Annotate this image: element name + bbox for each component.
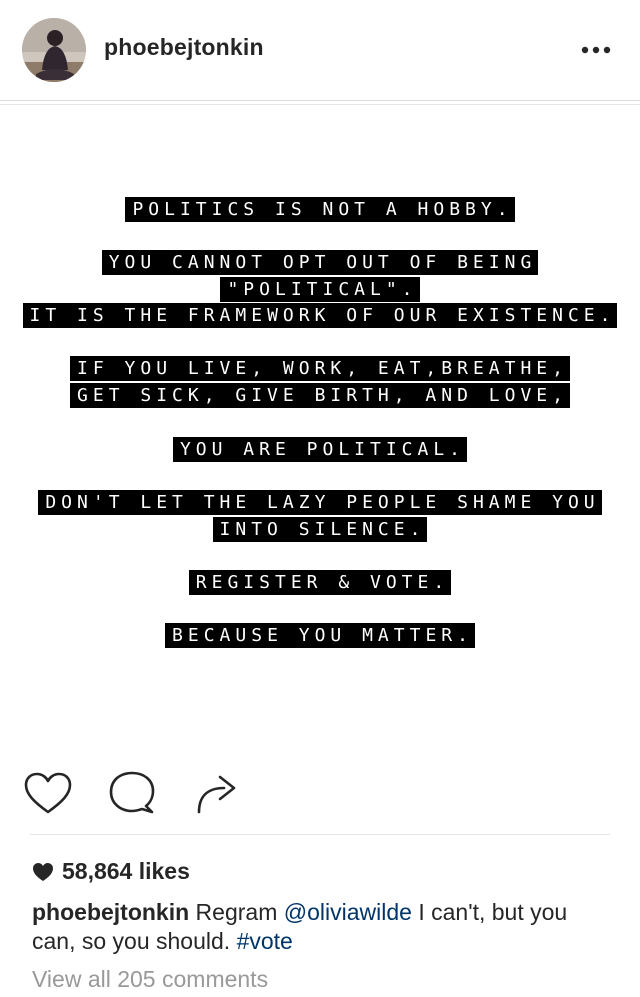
post-text-line: POLITICS IS NOT A HOBBY. [0, 196, 640, 223]
heart-outline-icon[interactable] [22, 768, 74, 820]
heart-filled-icon [33, 863, 53, 881]
caption-text: Regram [189, 899, 284, 925]
comment-bubble-icon[interactable] [106, 768, 158, 820]
post-text-line: YOU ARE POLITICAL. [0, 436, 640, 463]
post-text-segment: YOU CANNOT OPT OUT OF BEING "POLITICAL". [101, 250, 539, 302]
post-text-line: GET SICK, GIVE BIRTH, AND LOVE, [0, 382, 640, 409]
post-text-segment: DON'T LET THE LAZY PEOPLE SHAME YOU [38, 490, 602, 515]
caption-mention[interactable]: @oliviawilde [284, 899, 412, 925]
caption-username[interactable]: phoebejtonkin [32, 899, 189, 925]
post-text-line: IF YOU LIVE, WORK, EAT,BREATHE, [0, 355, 640, 382]
post-text-segment: GET SICK, GIVE BIRTH, AND LOVE, [70, 383, 570, 408]
share-arrow-icon[interactable] [190, 768, 242, 820]
post-text-line: YOU CANNOT OPT OUT OF BEING "POLITICAL". [0, 249, 640, 303]
avatar[interactable] [22, 18, 86, 82]
caption: phoebejtonkin Regram @oliviawilde I can'… [32, 898, 610, 956]
divider [30, 834, 610, 835]
post-text-segment: POLITICS IS NOT A HOBBY. [125, 197, 515, 222]
likes-text: 58,864 likes [62, 858, 190, 884]
caption-hashtag[interactable]: #vote [237, 928, 293, 954]
action-bar [0, 760, 640, 834]
post-text-segment: IF YOU LIVE, WORK, EAT,BREATHE, [70, 356, 570, 381]
post-text-segment: IT IS THE FRAMEWORK OF OUR EXISTENCE. [22, 303, 618, 328]
post-text-line: REGISTER & VOTE. [0, 569, 640, 596]
post-text-segment: REGISTER & VOTE. [188, 570, 452, 595]
post-text-segment: INTO SILENCE. [212, 517, 428, 542]
post-text-line: BECAUSE YOU MATTER. [0, 622, 640, 649]
post-text-segment: BECAUSE YOU MATTER. [165, 623, 475, 648]
post-text-line: IT IS THE FRAMEWORK OF OUR EXISTENCE. [0, 302, 640, 329]
post-image[interactable]: POLITICS IS NOT A HOBBY. YOU CANNOT OPT … [0, 108, 640, 754]
post-text-segment: YOU ARE POLITICAL. [172, 437, 468, 462]
view-comments-link[interactable]: View all 205 comments [32, 966, 268, 993]
post-text-line: DON'T LET THE LAZY PEOPLE SHAME YOU [0, 489, 640, 516]
username[interactable]: phoebejtonkin [104, 34, 264, 61]
profile-photo-icon [22, 18, 86, 82]
post-header: phoebejtonkin [0, 0, 640, 105]
post-text-line: INTO SILENCE. [0, 516, 640, 543]
more-horizontal-icon[interactable] [578, 40, 614, 60]
